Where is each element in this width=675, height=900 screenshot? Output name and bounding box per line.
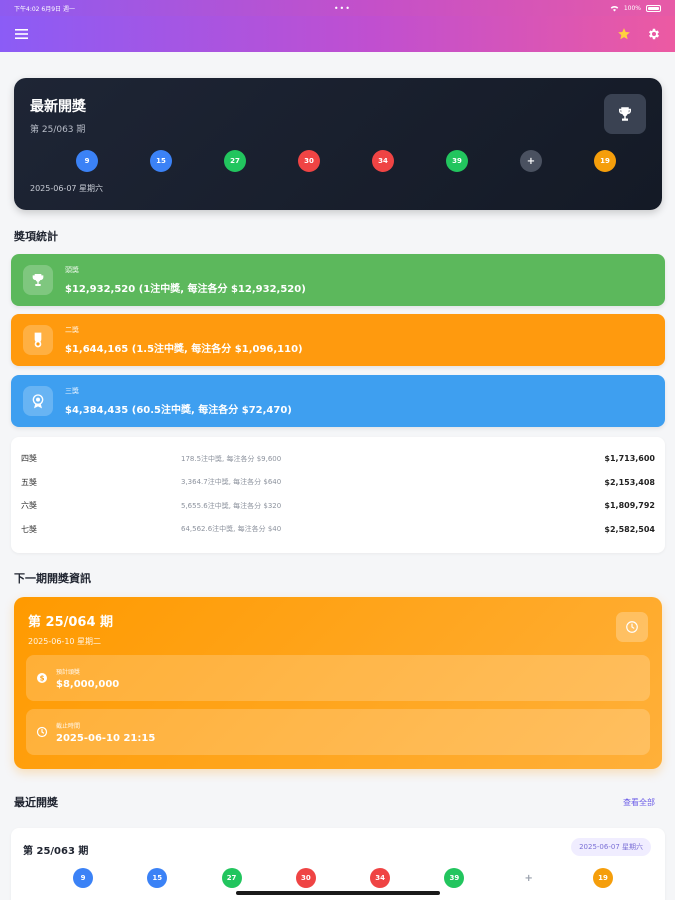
prize-amount: $1,713,600 bbox=[604, 454, 655, 464]
prize-winners: 178.5注中獎, 每注各分 $9,600 bbox=[181, 454, 282, 463]
table-row[interactable]: 六獎 5,655.6注中獎, 每注各分 $320 $1,809,792 bbox=[21, 494, 655, 518]
clock-icon bbox=[36, 726, 48, 738]
minor-prizes-table: 四獎 178.5注中獎, 每注各分 $9,600 $1,713,600 五獎 3… bbox=[11, 437, 665, 553]
view-all-link[interactable]: 查看全部 bbox=[623, 797, 655, 808]
prize-section-title: 獎項統計 bbox=[14, 230, 58, 243]
trophy-icon bbox=[604, 94, 646, 134]
deadline-info: 截止時間 2025-06-10 21:15 bbox=[26, 709, 650, 755]
gear-icon[interactable] bbox=[645, 25, 663, 43]
battery-icon bbox=[645, 4, 661, 12]
prize-winners: 64,562.6注中獎, 每注各分 $40 bbox=[181, 525, 282, 534]
latest-draw-card[interactable]: 最新開獎 第 25/063 期 9 15 27 30 34 39 + 19 20… bbox=[14, 78, 662, 210]
number-ball: 9 bbox=[76, 150, 98, 172]
jackpot-value: $8,000,000 bbox=[56, 678, 120, 690]
prize-detail: $4,384,435 (60.5注中獎, 每注各分 $72,470) bbox=[65, 405, 292, 416]
dollar-coin-icon: $ bbox=[36, 672, 48, 684]
recent-section-title: 最近開獎 bbox=[14, 796, 58, 809]
table-row[interactable]: 五獎 3,364.7注中獎, 每注各分 $640 $2,153,408 bbox=[21, 471, 655, 495]
number-ball: 34 bbox=[372, 150, 394, 172]
prize-winners: 5,655.6注中獎, 每注各分 $320 bbox=[181, 501, 282, 510]
number-ball: 15 bbox=[150, 150, 172, 172]
number-ball: 27 bbox=[221, 868, 242, 888]
recent-date-badge: 2025-06-07 星期六 bbox=[571, 838, 651, 856]
prize-detail: $12,932,520 (1注中獎, 每注各分 $12,932,520) bbox=[65, 284, 306, 295]
prize-detail: $1,644,165 (1.5注中獎, 每注各分 $1,096,110) bbox=[65, 344, 303, 355]
next-section-title: 下一期開獎資訊 bbox=[14, 572, 91, 585]
special-ball: 19 bbox=[592, 868, 613, 888]
hamburger-icon[interactable] bbox=[12, 25, 30, 43]
deadline-label: 截止時間 bbox=[56, 722, 81, 730]
table-row[interactable]: 四獎 178.5注中獎, 每注各分 $9,600 $1,713,600 bbox=[21, 447, 655, 471]
plus-separator: + bbox=[520, 150, 542, 172]
clock-icon bbox=[616, 612, 648, 642]
prize-name: 六獎 bbox=[21, 501, 37, 511]
prize-name: 二獎 bbox=[65, 326, 79, 334]
main-content: 最新開獎 第 25/063 期 9 15 27 30 34 39 + 19 20… bbox=[0, 52, 675, 900]
battery-percent: 100% bbox=[623, 4, 641, 12]
next-draw-card[interactable]: 第 25/064 期 2025-06-10 星期二 $ 預計頭獎 $8,000,… bbox=[14, 597, 662, 769]
prize-winners: 3,364.7注中獎, 每注各分 $640 bbox=[181, 478, 282, 487]
number-ball: 39 bbox=[446, 150, 468, 172]
jackpot-info: $ 預計頭獎 $8,000,000 bbox=[26, 655, 650, 701]
prize-name: 四獎 bbox=[21, 454, 37, 464]
table-row[interactable]: 七獎 64,562.6注中獎, 每注各分 $40 $2,582,504 bbox=[21, 518, 655, 542]
number-ball: 27 bbox=[224, 150, 246, 172]
prize-card-second[interactable]: 二獎 $1,644,165 (1.5注中獎, 每注各分 $1,096,110) bbox=[11, 314, 665, 366]
svg-text:$: $ bbox=[40, 675, 45, 683]
trophy-icon bbox=[23, 265, 53, 295]
number-ball: 34 bbox=[370, 868, 391, 888]
prize-card-first[interactable]: 頭獎 $12,932,520 (1注中獎, 每注各分 $12,932,520) bbox=[11, 254, 665, 306]
latest-date: 2025-06-07 星期六 bbox=[30, 184, 104, 193]
special-ball: 19 bbox=[594, 150, 616, 172]
prize-amount: $2,582,504 bbox=[604, 524, 655, 534]
status-date: 6月9日 週一 bbox=[41, 5, 75, 13]
app-bar bbox=[0, 16, 675, 52]
recent-balls: 9 15 27 30 34 39 + 19 bbox=[73, 868, 613, 888]
recent-draw-card[interactable]: 第 25/063 期 2025-06-07 星期六 9 15 27 30 34 … bbox=[11, 828, 665, 900]
multitask-dots[interactable]: ••• bbox=[334, 4, 351, 13]
prize-card-third[interactable]: 三獎 $4,384,435 (60.5注中獎, 每注各分 $72,470) bbox=[11, 375, 665, 427]
badge-icon bbox=[23, 386, 53, 416]
wifi-icon bbox=[610, 5, 619, 11]
prize-amount: $2,153,408 bbox=[604, 477, 655, 487]
number-ball: 30 bbox=[295, 868, 316, 888]
next-date: 2025-06-10 星期二 bbox=[28, 637, 102, 646]
medal-icon bbox=[23, 325, 53, 355]
home-indicator[interactable] bbox=[236, 891, 440, 895]
latest-balls: 9 15 27 30 34 39 + 19 bbox=[76, 150, 616, 172]
deadline-value: 2025-06-10 21:15 bbox=[56, 732, 156, 744]
latest-title: 最新開獎 bbox=[30, 99, 86, 115]
status-right: 100% bbox=[610, 4, 661, 12]
prize-name: 三獎 bbox=[65, 387, 79, 395]
status-time: 下午4:02 bbox=[14, 5, 40, 13]
recent-period: 第 25/063 期 bbox=[23, 846, 89, 857]
number-ball: 15 bbox=[147, 868, 168, 888]
number-ball: 9 bbox=[73, 868, 93, 888]
number-ball: 30 bbox=[298, 150, 320, 172]
plus-separator: + bbox=[524, 872, 533, 884]
prize-name: 五獎 bbox=[21, 477, 37, 487]
prize-amount: $1,809,792 bbox=[604, 501, 655, 511]
status-time-date: 下午4:02 6月9日 週一 bbox=[14, 4, 75, 13]
number-ball: 39 bbox=[444, 868, 465, 888]
prize-name: 頭獎 bbox=[65, 266, 79, 274]
next-period: 第 25/064 期 bbox=[28, 615, 114, 630]
star-icon[interactable] bbox=[615, 25, 633, 43]
prize-name: 七獎 bbox=[21, 524, 37, 534]
status-bar: 下午4:02 6月9日 週一 ••• 100% bbox=[0, 0, 675, 16]
latest-period: 第 25/063 期 bbox=[30, 125, 86, 135]
jackpot-label: 預計頭獎 bbox=[56, 668, 81, 676]
